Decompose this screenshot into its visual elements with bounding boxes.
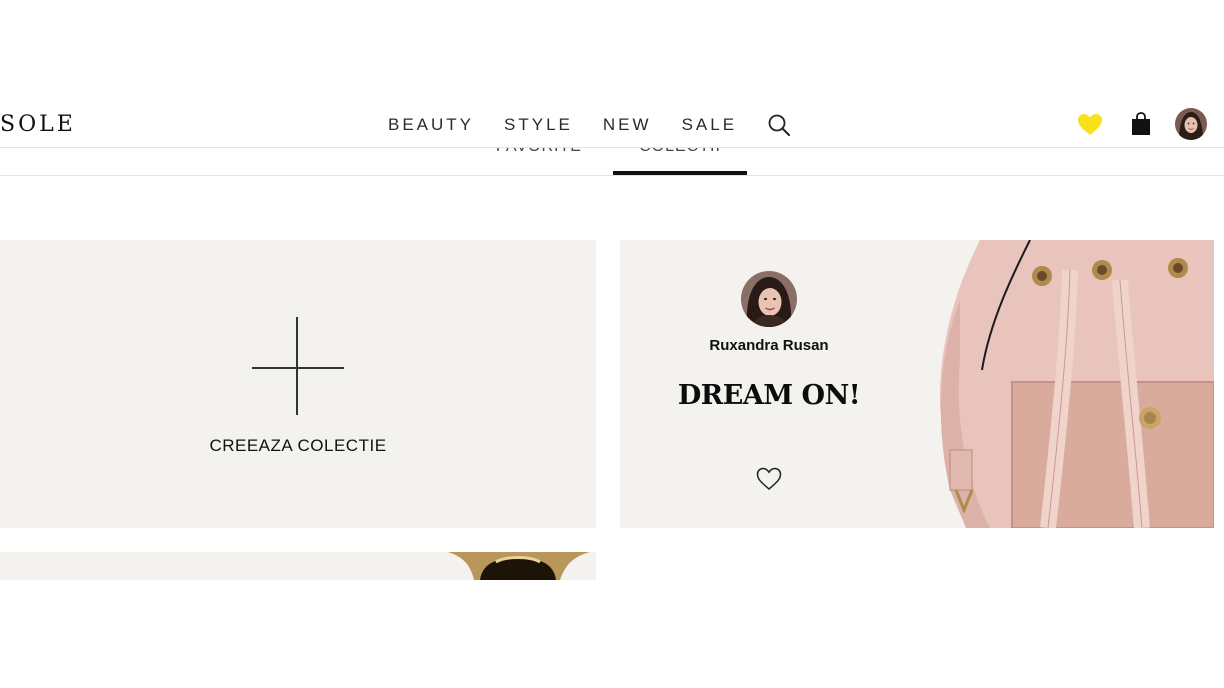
- collection-title: DREAM ON!: [677, 380, 861, 411]
- brand-logo[interactable]: SOLE: [0, 112, 76, 137]
- heart-icon[interactable]: [1077, 113, 1103, 137]
- collection-card-partial[interactable]: [0, 552, 596, 580]
- product-image: [440, 552, 596, 580]
- collection-owner-name: Ruxandra Rusan: [709, 337, 829, 354]
- shopping-bag-icon[interactable]: [1130, 112, 1152, 136]
- search-icon[interactable]: [767, 113, 791, 137]
- collection-card[interactable]: Ruxandra Rusan DREAM ON!: [620, 240, 1214, 528]
- nav-style[interactable]: STYLE: [504, 115, 573, 135]
- main-nav: BEAUTY STYLE NEW SALE: [388, 115, 767, 135]
- nav-beauty[interactable]: BEAUTY: [388, 115, 474, 135]
- collection-owner-avatar: [741, 271, 797, 327]
- create-collection-card[interactable]: CREEAZA COLECTIE: [0, 240, 596, 528]
- plus-icon-horizontal: [252, 367, 344, 369]
- nav-new[interactable]: NEW: [603, 115, 652, 135]
- create-collection-label: CREEAZA COLECTIE: [209, 436, 387, 455]
- top-header: SOLE BEAUTY STYLE NEW SALE: [0, 100, 1224, 148]
- user-avatar[interactable]: [1175, 108, 1207, 140]
- active-tab-indicator: [613, 171, 747, 175]
- heart-outline-icon[interactable]: [756, 467, 782, 491]
- handbag-image: [920, 240, 1214, 528]
- plus-icon: [296, 317, 298, 415]
- nav-sale[interactable]: SALE: [682, 115, 737, 135]
